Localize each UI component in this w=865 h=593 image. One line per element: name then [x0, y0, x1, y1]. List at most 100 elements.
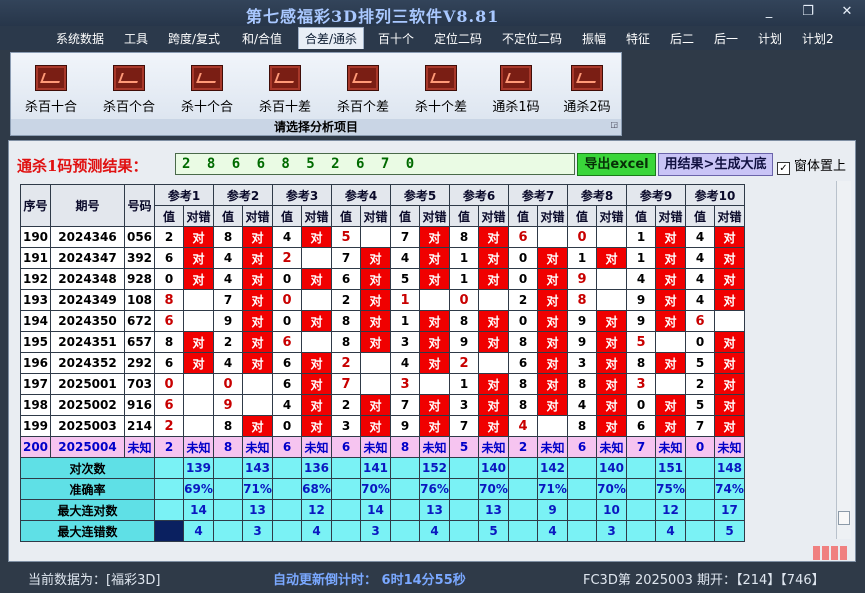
menu-fixed-two[interactable]: 定位二码 [434, 30, 482, 47]
menu-system-data[interactable]: 系统数据 [56, 30, 104, 47]
summary-value: 17 [714, 499, 745, 521]
summary-spacer [272, 520, 302, 542]
menu-amplitude[interactable]: 振幅 [582, 30, 606, 47]
ref-result: 对 [655, 352, 686, 374]
table-row[interactable]: 194 2024350 672 6 9 对 0 对 8 对 1 对 8 对 0 对 9 对 9 对 6 [20, 310, 745, 332]
ref-result: 对 [655, 226, 686, 248]
ribbon-kill-2-code[interactable]: 通杀2码 [552, 65, 622, 115]
ref-result: 对 [360, 394, 391, 416]
ref-value: 9 [626, 289, 656, 311]
ref-value: 2 [154, 436, 184, 458]
summary-spacer [390, 499, 420, 521]
ref-result: 对 [655, 394, 686, 416]
analysis-ribbon: 杀百十合 杀百个合 杀十个合 杀百十差 杀百个差 杀十个差 通杀1码 通杀2码 … [10, 52, 622, 136]
topmost-checkbox[interactable]: ✓ 窗体置上 [777, 155, 846, 175]
ref-header-3: 参考3 [272, 184, 332, 206]
ref-result [183, 394, 214, 416]
summary-value: 139 [183, 457, 214, 479]
ribbon-kill-sg-diff[interactable]: 杀十个差 [406, 65, 476, 115]
ref-result: 对 [537, 331, 568, 353]
ref-result: 对 [714, 352, 745, 374]
table-row[interactable]: 196 2024352 292 6 对 4 对 6 对 2 4 对 2 6 对 3 对 8 对 5 对 [20, 352, 745, 374]
ref-result: 对 [596, 310, 627, 332]
ref-value: 3 [626, 373, 656, 395]
menu-plan[interactable]: 计划 [758, 30, 782, 47]
export-excel-button[interactable]: 导出excel [577, 153, 656, 176]
ref-result: 对 [714, 415, 745, 437]
ref-result [478, 289, 509, 311]
ref-result: 未知 [183, 436, 214, 458]
row-seq: 196 [20, 352, 51, 374]
chart-icon [35, 65, 67, 91]
summary-spacer [449, 478, 479, 500]
ref-value: 0 [154, 373, 184, 395]
summary-value: 12 [655, 499, 686, 521]
ref-result [419, 373, 450, 395]
summary-spacer [213, 478, 243, 500]
row-seq: 193 [20, 289, 51, 311]
restore-button[interactable]: ❐ [796, 3, 820, 21]
summary-label: 最大连对数 [20, 499, 155, 521]
table-row[interactable]: 195 2024351 657 8 对 2 对 6 8 对 3 对 9 对 8 对 9 对 5 0 对 [20, 331, 745, 353]
table-row[interactable]: 199 2025003 214 2 8 对 0 对 3 对 9 对 7 对 4 8 对 6 对 7 对 [20, 415, 745, 437]
ribbon-kill-1-code[interactable]: 通杀1码 [481, 65, 551, 115]
ref-result: 对 [478, 268, 509, 290]
ref-value: 3 [567, 352, 597, 374]
expand-icon[interactable]: ◲ [610, 117, 618, 133]
ref-result: 对 [242, 331, 273, 353]
ref-value: 4 [390, 247, 420, 269]
summary-value: 4 [655, 520, 686, 542]
ref-value: 8 [213, 226, 243, 248]
ref-result: 未知 [360, 436, 391, 458]
sub-header-result: 对错 [419, 205, 450, 227]
sub-header-value: 值 [213, 205, 243, 227]
ref-value: 6 [272, 352, 302, 374]
menu-features[interactable]: 特征 [626, 30, 650, 47]
menu-last-two[interactable]: 后二 [670, 30, 694, 47]
ribbon-kill-bg-sum[interactable]: 杀百个合 [94, 65, 164, 115]
menu-hundreds[interactable]: 百十个 [378, 30, 414, 47]
minimize-button[interactable]: _ [757, 3, 781, 21]
menu-sum[interactable]: 和/合值 [242, 30, 282, 47]
menu-unfixed-two[interactable]: 不定位二码 [502, 30, 562, 47]
ref-value: 1 [449, 247, 479, 269]
table-row[interactable]: 191 2024347 392 6 对 4 对 2 7 对 4 对 1 对 0 对 1 对 1 对 4 对 [20, 247, 745, 269]
menu-tools[interactable]: 工具 [124, 30, 148, 47]
summary-value: 68% [301, 478, 332, 500]
ribbon-kill-bs-sum[interactable]: 杀百十合 [16, 65, 86, 115]
menu-span-combo[interactable]: 跨度/复式 [168, 30, 220, 47]
ref-value: 2 [331, 394, 361, 416]
menu-diff-kill[interactable]: 合差/通杀 [298, 27, 365, 49]
summary-value: 3 [360, 520, 391, 542]
ref-value: 7 [449, 415, 479, 437]
summary-spacer [213, 520, 243, 542]
generate-base-button[interactable]: 用结果>生成大底 [658, 153, 773, 176]
summary-row: 最大连错数 4 3 4 3 4 5 4 3 4 5 [20, 520, 745, 542]
ribbon-kill-sg-sum[interactable]: 杀十个合 [172, 65, 242, 115]
summary-spacer [567, 478, 597, 500]
ribbon-caption: 请选择分析项目 ◲ [11, 119, 621, 135]
table-row-current[interactable]: 200 2025004 未知 2 未知 8 未知 6 未知 6 未知 8 未知 5 未知 2 未知 6 未知 7 未知 0… [20, 436, 745, 458]
ref-result [537, 415, 568, 437]
ref-result [301, 331, 332, 353]
menu-plan2[interactable]: 计划2 [802, 30, 834, 47]
scroll-thumb[interactable] [838, 511, 850, 525]
ref-result: 对 [301, 415, 332, 437]
table-row[interactable]: 197 2025001 703 0 0 6 对 7 3 1 对 8 对 8 对 3 2 对 [20, 373, 745, 395]
ribbon-kill-bs-diff[interactable]: 杀百十差 [250, 65, 320, 115]
table-row[interactable]: 192 2024348 928 0 对 4 对 0 对 6 对 5 对 1 对 0 对 9 4 对 4 对 [20, 268, 745, 290]
table-row[interactable]: 198 2025002 916 6 9 4 对 2 对 7 对 3 对 8 对 4 对 0 对 5 对 [20, 394, 745, 416]
ref-value: 9 [626, 310, 656, 332]
ref-result: 对 [301, 310, 332, 332]
table-row[interactable]: 190 2024346 056 2 对 8 对 4 对 5 7 对 8 对 6 0 1 对 4 对 [20, 226, 745, 248]
summary-spacer [626, 478, 656, 500]
ref-result: 对 [478, 415, 509, 437]
summary-spacer [685, 520, 715, 542]
ribbon-kill-bg-diff[interactable]: 杀百个差 [328, 65, 398, 115]
table-row[interactable]: 193 2024349 108 8 7 对 0 2 对 1 0 2 对 8 9 对 4 对 [20, 289, 745, 311]
row-number: 108 [124, 289, 155, 311]
close-button[interactable]: ✕ [835, 3, 859, 21]
vertical-scrollbar[interactable] [836, 181, 851, 539]
ref-value: 4 [213, 268, 243, 290]
menu-last-one[interactable]: 后一 [714, 30, 738, 47]
